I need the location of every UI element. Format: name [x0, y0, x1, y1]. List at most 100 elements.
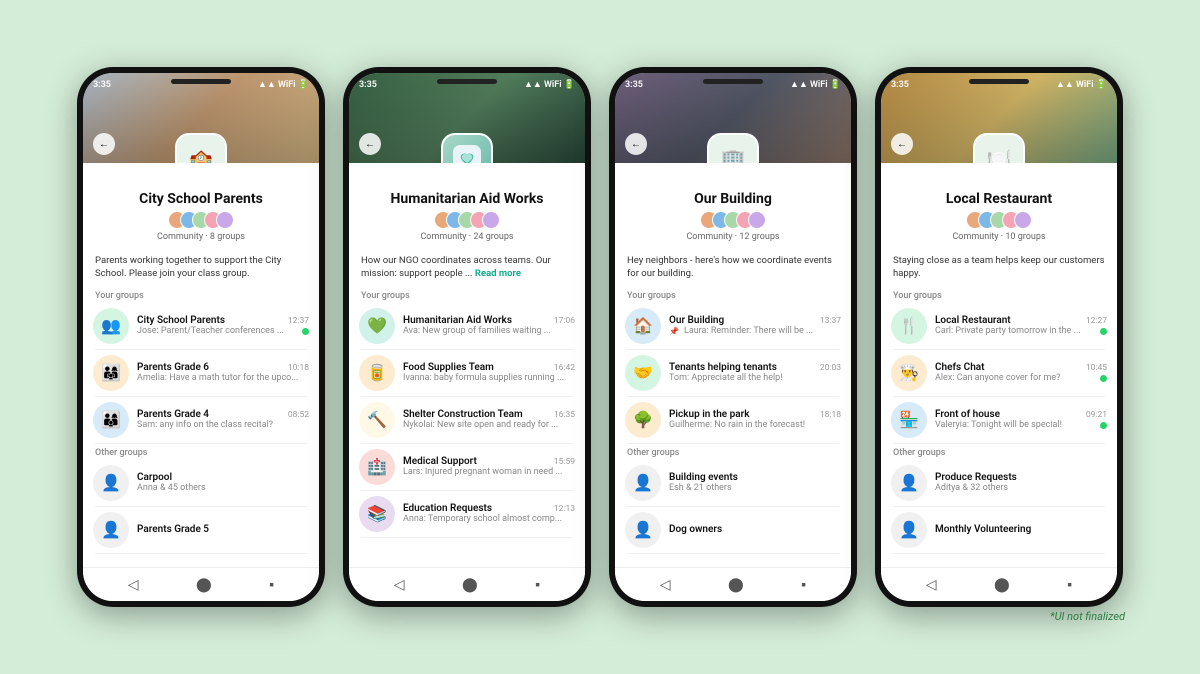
group-name: Education Requests — [403, 503, 492, 514]
group-info: Shelter Construction Team 16:35 Nykolai:… — [403, 409, 575, 430]
groups-scroll[interactable]: Your groups 👥 City School Parents 12:37 … — [83, 287, 319, 567]
phone-screen: 3:35 ▲▲ WiFi 🔋 ← 🍽️ Local Restaurant Com — [881, 73, 1117, 601]
community-description: How our NGO coordinates across teams. Ou… — [349, 250, 585, 287]
group-item[interactable]: 👥 City School Parents 12:37 Jose: Parent… — [83, 303, 319, 349]
community-description: Hey neighbors - here's how we coordinate… — [615, 250, 851, 287]
group-preview: Jose: Parent/Teacher conferences ... — [137, 326, 309, 336]
disclaimer-text: *UI not finalized — [1050, 610, 1125, 623]
group-preview: Ivanna: baby formula supplies running ..… — [403, 373, 575, 383]
avatar-5 — [748, 211, 766, 229]
group-name: Carpool — [137, 472, 172, 483]
time-display: 3:35 — [359, 80, 377, 90]
other-groups-label: Other groups — [615, 444, 851, 460]
back-nav-icon[interactable]: ◁ — [926, 577, 937, 593]
community-meta: Community · 24 groups — [349, 232, 585, 242]
group-time: 20:03 — [820, 363, 841, 373]
community-name: Local Restaurant — [881, 191, 1117, 207]
group-time: 12:13 — [554, 504, 575, 514]
phone-screen: 3:35 ▲▲ WiFi 🔋 ← Humanitarian Aid Works — [349, 73, 585, 601]
group-item[interactable]: 👤 Parents Grade 5 — [83, 507, 319, 553]
group-item[interactable]: 👤 Monthly Volunteering — [881, 507, 1117, 553]
recent-nav-icon[interactable]: ▪ — [269, 576, 274, 593]
phones-container: 3:35 ▲▲ WiFi 🔋 ← 🏫 City School Parents C — [57, 47, 1143, 627]
group-time: 09:21 — [1086, 410, 1107, 420]
recent-nav-icon[interactable]: ▪ — [535, 576, 540, 593]
recent-nav-icon[interactable]: ▪ — [1067, 576, 1072, 593]
avatar-5 — [482, 211, 500, 229]
back-nav-icon[interactable]: ◁ — [394, 577, 405, 593]
avatar-row — [881, 211, 1117, 229]
group-item[interactable]: 🏠 Our Building 13:37 📌Laura: Reminder: T… — [615, 303, 851, 349]
group-avatar: 🏪 — [891, 402, 927, 438]
group-name: City School Parents — [137, 315, 225, 326]
back-nav-icon[interactable]: ◁ — [128, 577, 139, 593]
back-nav-icon[interactable]: ◁ — [660, 577, 671, 593]
group-item[interactable]: 👤 Building events Esh & 21 others — [615, 460, 851, 506]
group-item[interactable]: 👤 Carpool Anna & 45 others — [83, 460, 319, 506]
home-nav-icon[interactable]: ⬤ — [462, 577, 478, 593]
group-item[interactable]: 👨‍👩‍👦 Parents Grade 4 08:52 Sam: any inf… — [83, 397, 319, 443]
group-time: 10:18 — [288, 363, 309, 373]
profile-section: Our Building Community · 12 groups — [615, 163, 851, 250]
back-button[interactable]: ← — [359, 133, 381, 155]
groups-scroll[interactable]: Your groups 🏠 Our Building 13:37 📌Laura:… — [615, 287, 851, 567]
group-info: Parents Grade 5 — [137, 524, 309, 535]
group-info: Food Supplies Team 16:42 Ivanna: baby fo… — [403, 362, 575, 383]
group-item[interactable]: 👨‍👩‍👧 Parents Grade 6 10:18 Amelia: Have… — [83, 350, 319, 396]
group-item[interactable]: 🥫 Food Supplies Team 16:42 Ivanna: baby … — [349, 350, 585, 396]
group-item[interactable]: 💚 Humanitarian Aid Works 17:06 Ava: New … — [349, 303, 585, 349]
group-avatar: 📚 — [359, 496, 395, 532]
group-avatar: 🤝 — [625, 355, 661, 391]
header-image: 3:35 ▲▲ WiFi 🔋 ← — [349, 73, 585, 163]
group-preview: Tom: Appreciate all the help! — [669, 373, 841, 383]
group-time: 16:42 — [554, 363, 575, 373]
group-item[interactable]: 🤝 Tenants helping tenants 20:03 Tom: App… — [615, 350, 851, 396]
nav-bar: ◁ ⬤ ▪ — [349, 567, 585, 601]
recent-nav-icon[interactable]: ▪ — [801, 576, 806, 593]
groups-scroll[interactable]: Your groups 🍴 Local Restaurant 12:27 Car… — [881, 287, 1117, 567]
back-button[interactable]: ← — [93, 133, 115, 155]
group-item[interactable]: 👨‍🍳 Chefs Chat 10:45 Alex: Can anyone co… — [881, 350, 1117, 396]
nav-bar: ◁ ⬤ ▪ — [881, 567, 1117, 601]
group-item[interactable]: 🏪 Front of house 09:21 Valeryia: Tonight… — [881, 397, 1117, 443]
group-info: Humanitarian Aid Works 17:06 Ava: New gr… — [403, 315, 575, 336]
group-info: Parents Grade 4 08:52 Sam: any info on t… — [137, 409, 309, 430]
group-item[interactable]: 📚 Education Requests 12:13 Anna: Tempora… — [349, 491, 585, 537]
phone-notch — [969, 79, 1029, 84]
signal-icons: ▲▲ WiFi 🔋 — [1056, 79, 1107, 90]
phone-phone1: 3:35 ▲▲ WiFi 🔋 ← 🏫 City School Parents C — [77, 67, 325, 607]
group-info: Our Building 13:37 📌Laura: Reminder: The… — [669, 315, 841, 336]
back-button[interactable]: ← — [891, 133, 913, 155]
group-item[interactable]: 🍴 Local Restaurant 12:27 Carl: Private p… — [881, 303, 1117, 349]
group-name: Our Building — [669, 315, 724, 326]
read-more-link[interactable]: Read more — [475, 268, 521, 279]
group-name: Tenants helping tenants — [669, 362, 777, 373]
group-avatar: 💚 — [359, 308, 395, 344]
group-avatar: 🥫 — [359, 355, 395, 391]
other-groups-label: Other groups — [83, 444, 319, 460]
group-preview: Esh & 21 others — [669, 483, 841, 493]
group-avatar: 👨‍👩‍👦 — [93, 402, 129, 438]
group-item[interactable]: 👤 Produce Requests Aditya & 32 others — [881, 460, 1117, 506]
avatar-row — [615, 211, 851, 229]
group-info: Parents Grade 6 10:18 Amelia: Have a mat… — [137, 362, 309, 383]
home-nav-icon[interactable]: ⬤ — [196, 577, 212, 593]
home-nav-icon[interactable]: ⬤ — [728, 577, 744, 593]
phone-notch — [703, 79, 763, 84]
signal-icons: ▲▲ WiFi 🔋 — [790, 79, 841, 90]
avatar-row — [349, 211, 585, 229]
back-button[interactable]: ← — [625, 133, 647, 155]
home-nav-icon[interactable]: ⬤ — [994, 577, 1010, 593]
avatar-5 — [1014, 211, 1032, 229]
group-item[interactable]: 🔨 Shelter Construction Team 16:35 Nykola… — [349, 397, 585, 443]
group-preview: Anna & 45 others — [137, 483, 309, 493]
group-info: Front of house 09:21 Valeryia: Tonight w… — [935, 409, 1107, 430]
nav-bar: ◁ ⬤ ▪ — [83, 567, 319, 601]
groups-scroll[interactable]: Your groups 💚 Humanitarian Aid Works 17:… — [349, 287, 585, 567]
your-groups-label: Your groups — [881, 287, 1117, 303]
group-time: 12:27 — [1086, 316, 1107, 326]
phone-notch — [437, 79, 497, 84]
group-item[interactable]: 👤 Dog owners — [615, 507, 851, 553]
group-item[interactable]: 🌳 Pickup in the park 18:18 Guilherme: No… — [615, 397, 851, 443]
group-item[interactable]: 🏥 Medical Support 15:59 Lars: Injured pr… — [349, 444, 585, 490]
